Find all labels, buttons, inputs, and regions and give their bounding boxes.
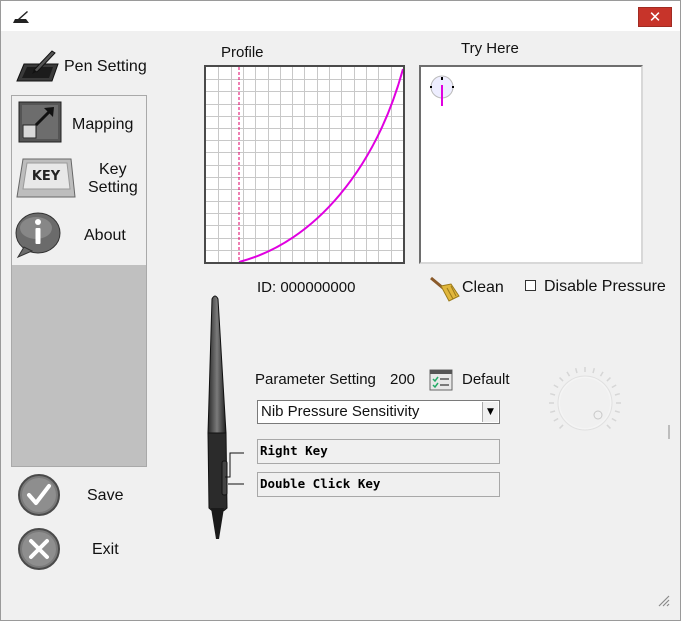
knob-tick <box>550 410 556 414</box>
info-icon <box>15 212 61 259</box>
lower-pen-key-field[interactable]: Double Click Key <box>257 472 500 497</box>
svg-text:KEY: KEY <box>32 169 61 184</box>
knob-tick <box>574 368 578 374</box>
knob-tick <box>611 384 617 389</box>
knob-tick <box>599 371 604 377</box>
sidebar-item-key-setting[interactable]: KEY Key Setting <box>13 151 145 205</box>
pressure-cursor-icon <box>430 75 454 106</box>
profile-title: Profile <box>221 44 264 61</box>
sidebar-item-about[interactable]: About <box>13 209 145 261</box>
tablet-pen-icon <box>16 50 59 82</box>
knob-tick <box>614 410 620 414</box>
parameter-value: 200 <box>390 371 416 388</box>
sidebar-item-label: Pen Setting <box>64 58 147 75</box>
scrollbar-marker <box>668 425 670 439</box>
sidebar-item-label: Mapping <box>72 116 134 133</box>
knob-tick <box>566 371 571 377</box>
key-icon: KEY <box>16 158 76 198</box>
sidebar-item-mapping[interactable]: Mapping <box>13 97 145 147</box>
close-circle-icon <box>18 528 60 570</box>
try-here-title: Try Here <box>461 40 519 57</box>
sidebar-item-pen-setting[interactable]: Pen Setting <box>11 39 149 95</box>
save-label: Save <box>87 487 124 504</box>
knob-tick <box>550 392 556 396</box>
device-id: ID: 000000000 <box>257 279 356 296</box>
pressure-profile-graph[interactable] <box>204 65 405 264</box>
disable-pressure-checkbox[interactable] <box>525 280 536 291</box>
knob-tick <box>606 424 611 429</box>
exit-label: Exit <box>92 541 119 558</box>
resize-grip-icon[interactable] <box>656 593 670 607</box>
client-area: Pen Setting Mapping KEY Key Setting Abou… <box>9 31 670 612</box>
sidebar-item-label-line1: Key <box>99 161 127 178</box>
default-button[interactable]: Default <box>462 371 510 388</box>
knob-tick <box>611 417 617 422</box>
settings-list-icon[interactable] <box>429 369 453 391</box>
disable-pressure-label: Disable Pressure <box>544 278 666 295</box>
sidebar-item-label-line2: Setting <box>88 179 138 196</box>
app-icon <box>13 11 29 23</box>
grid-lines <box>206 67 403 262</box>
clean-label: Clean <box>462 279 504 296</box>
exit-button[interactable]: Exit <box>15 526 145 572</box>
parameter-select[interactable]: Nib Pressure Sensitivity ▼ <box>257 400 500 424</box>
knob-tick <box>559 377 564 382</box>
parameter-select-value: Nib Pressure Sensitivity <box>261 403 420 420</box>
knob-tick <box>553 417 559 422</box>
sensitivity-knob[interactable] <box>545 363 625 443</box>
save-button[interactable]: Save <box>15 472 145 518</box>
sidebar-item-label: About <box>84 227 126 244</box>
mapping-icon <box>18 101 62 143</box>
pressure-curve-plot <box>206 67 403 262</box>
knob-tick <box>592 368 596 374</box>
app-window: ✕ Pen Setting Mapping KEY Key Setting Ab… <box>0 0 681 621</box>
broom-icon <box>430 276 460 302</box>
knob-tick <box>553 384 559 389</box>
upper-pen-key-field[interactable]: Right Key <box>257 439 500 464</box>
parameter-label: Parameter Setting <box>255 371 376 388</box>
knob-tick <box>559 424 564 429</box>
title-bar: ✕ <box>1 1 680 31</box>
knob-tick <box>614 392 620 396</box>
clean-button[interactable]: Clean <box>429 274 511 302</box>
close-button[interactable]: ✕ <box>638 7 672 27</box>
chevron-down-icon[interactable]: ▼ <box>482 402 498 422</box>
try-here-canvas[interactable] <box>419 65 643 264</box>
knob-tick <box>606 377 611 382</box>
checkmark-icon <box>18 474 60 516</box>
pen-illustration <box>207 295 244 539</box>
